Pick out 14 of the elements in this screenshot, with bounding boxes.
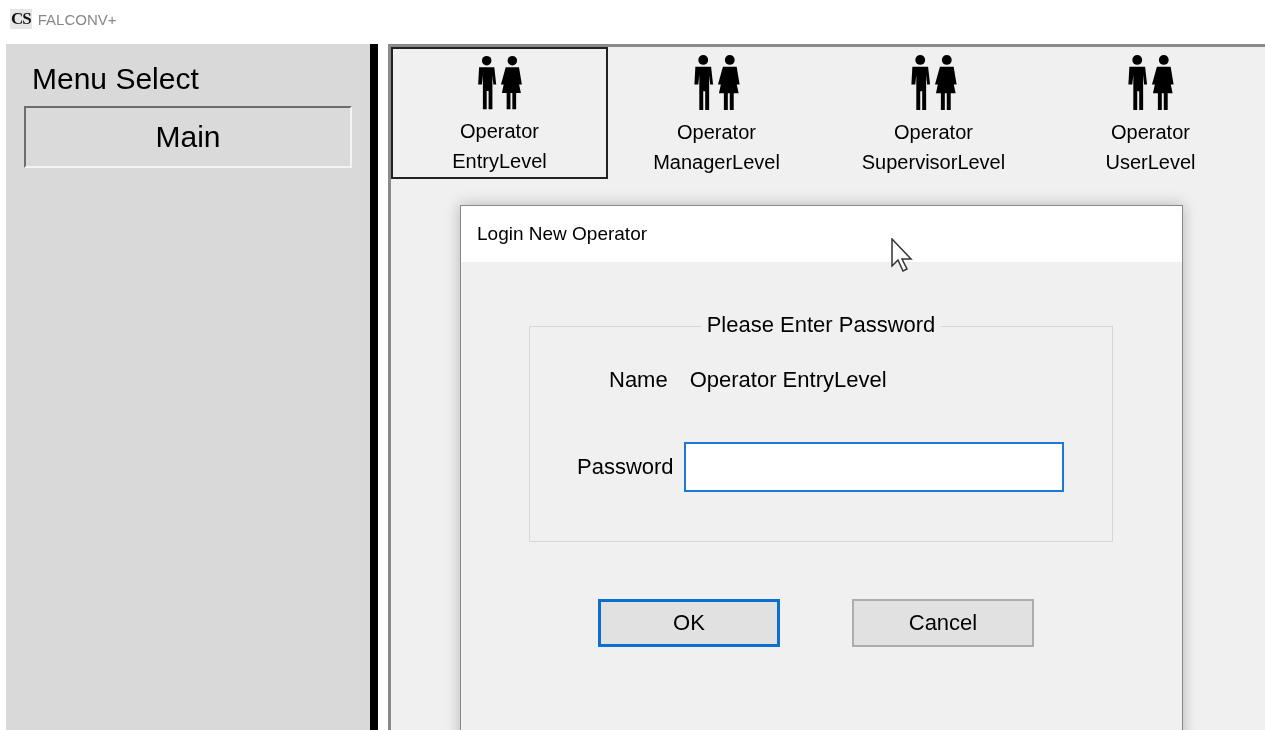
dialog-title: Login New Operator [477, 223, 648, 245]
operator-button[interactable]: Operator EntryLevel [391, 47, 608, 179]
password-label: Password [577, 454, 674, 480]
dialog-button[interactable]: OK [598, 599, 780, 647]
menu-item[interactable]: Main [24, 106, 352, 168]
window-title: FALCONV+ [37, 10, 117, 28]
operator-button[interactable]: Operator UserLevel [1042, 47, 1259, 179]
operator-button[interactable]: Operator SupervisorLevel [825, 47, 1042, 179]
app-logo: CS [10, 9, 32, 29]
sidebar-title: Menu Select [32, 62, 199, 96]
name-label: Name [609, 367, 668, 393]
operator-button[interactable]: Operator ManagerLevel [608, 47, 825, 179]
dialog-button[interactable]: Cancel [852, 599, 1034, 647]
name-value: Operator EntryLevel [689, 367, 887, 393]
